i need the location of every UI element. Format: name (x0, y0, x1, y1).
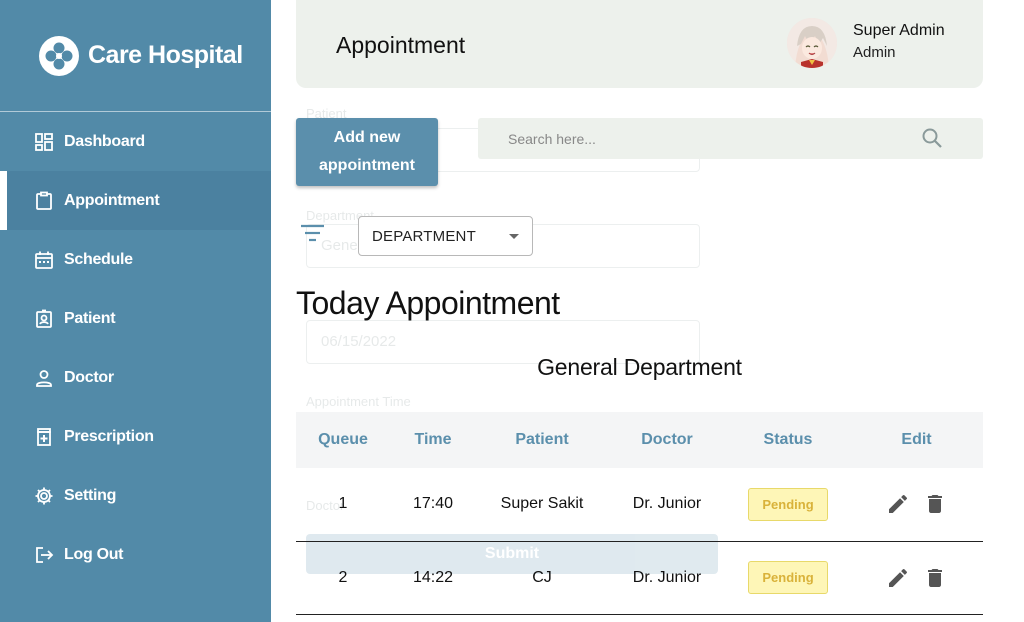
cell-queue: 1 (296, 468, 390, 542)
sidebar-item-schedule[interactable]: Schedule (0, 230, 271, 289)
search-input[interactable] (478, 118, 908, 159)
sidebar-item-label: Doctor (64, 368, 114, 386)
user-name: Super Admin (853, 22, 945, 39)
sidebar-item-label: Appointment (64, 191, 160, 209)
column-header-queue: Queue (296, 412, 390, 468)
hospital-logo-icon (39, 35, 79, 76)
sidebar: Care Hospital Dashboard Appointment Sche… (0, 0, 271, 622)
status-badge: Pending (748, 487, 828, 521)
sidebar-item-label: Prescription (64, 427, 154, 445)
appointment-table: Queue Time Patient Doctor Status Edit 1 … (296, 412, 983, 615)
sidebar-item-label: Setting (64, 486, 117, 504)
logout-icon (34, 545, 54, 565)
table-header-row: Queue Time Patient Doctor Status Edit (296, 412, 983, 468)
cell-queue: 2 (296, 541, 390, 615)
delete-trash-icon[interactable] (923, 492, 947, 516)
column-header-edit: Edit (850, 412, 983, 468)
user-role: Admin (853, 44, 896, 61)
brand[interactable]: Care Hospital (0, 0, 271, 112)
table-row: 2 14:22 CJ Dr. Junior Pending (296, 541, 983, 615)
cell-actions (850, 468, 983, 542)
id-badge-icon (34, 309, 54, 329)
cell-patient: CJ (476, 541, 608, 615)
add-button-label-line1: Add new (333, 129, 401, 146)
cell-time: 14:22 (390, 541, 476, 615)
dashboard-icon (34, 132, 54, 152)
sidebar-item-appointment[interactable]: Appointment (0, 171, 271, 230)
cell-patient: Super Sakit (476, 468, 608, 542)
avatar[interactable] (787, 18, 837, 68)
sidebar-item-doctor[interactable]: Doctor (0, 348, 271, 407)
column-header-patient: Patient (476, 412, 608, 468)
sidebar-nav: Dashboard Appointment Schedule Patient D… (0, 112, 271, 584)
sidebar-item-setting[interactable]: Setting (0, 466, 271, 525)
column-header-doctor: Doctor (608, 412, 726, 468)
cell-doctor: Dr. Junior (608, 468, 726, 542)
modal-time-label: Appointment Time (306, 394, 411, 409)
column-header-time: Time (390, 412, 476, 468)
top-header: Appointment Super Admin Admin (296, 0, 983, 88)
calendar-icon (34, 250, 54, 270)
cell-actions (850, 541, 983, 615)
search-icon[interactable] (921, 127, 943, 149)
add-button-label-line2: appointment (319, 157, 415, 174)
filter-icon[interactable] (300, 222, 325, 244)
clipboard-icon (34, 191, 54, 211)
edit-pencil-icon[interactable] (886, 566, 910, 590)
today-appointment-title: Today Appointment (296, 285, 560, 321)
sidebar-item-label: Dashboard (64, 132, 145, 150)
cell-doctor: Dr. Junior (608, 541, 726, 615)
sidebar-item-label: Log Out (64, 545, 124, 563)
sidebar-item-dashboard[interactable]: Dashboard (0, 112, 271, 171)
sidebar-item-patient[interactable]: Patient (0, 289, 271, 348)
sidebar-item-logout[interactable]: Log Out (0, 525, 271, 584)
brand-name: Care Hospital (88, 41, 243, 69)
sidebar-item-prescription[interactable]: Prescription (0, 407, 271, 466)
chevron-down-icon (509, 234, 519, 239)
search-bar (478, 118, 983, 159)
department-select-value: DEPARTMENT (372, 228, 476, 245)
page-title: Appointment (336, 32, 466, 58)
cell-status: Pending (726, 468, 850, 542)
department-select[interactable]: DEPARTMENT (358, 216, 533, 256)
sidebar-item-label: Schedule (64, 250, 133, 268)
status-badge: Pending (748, 561, 828, 594)
cell-time: 17:40 (390, 468, 476, 542)
cell-status: Pending (726, 541, 850, 615)
sidebar-item-label: Patient (64, 309, 116, 327)
person-icon (34, 368, 54, 388)
gear-icon (34, 486, 54, 506)
department-heading: General Department (537, 354, 742, 380)
medicine-icon (34, 427, 54, 447)
edit-pencil-icon[interactable] (886, 492, 910, 516)
add-appointment-button[interactable]: Add new appointment (296, 118, 438, 186)
column-header-status: Status (726, 412, 850, 468)
delete-trash-icon[interactable] (923, 566, 947, 590)
table-row: 1 17:40 Super Sakit Dr. Junior Pending (296, 468, 983, 542)
